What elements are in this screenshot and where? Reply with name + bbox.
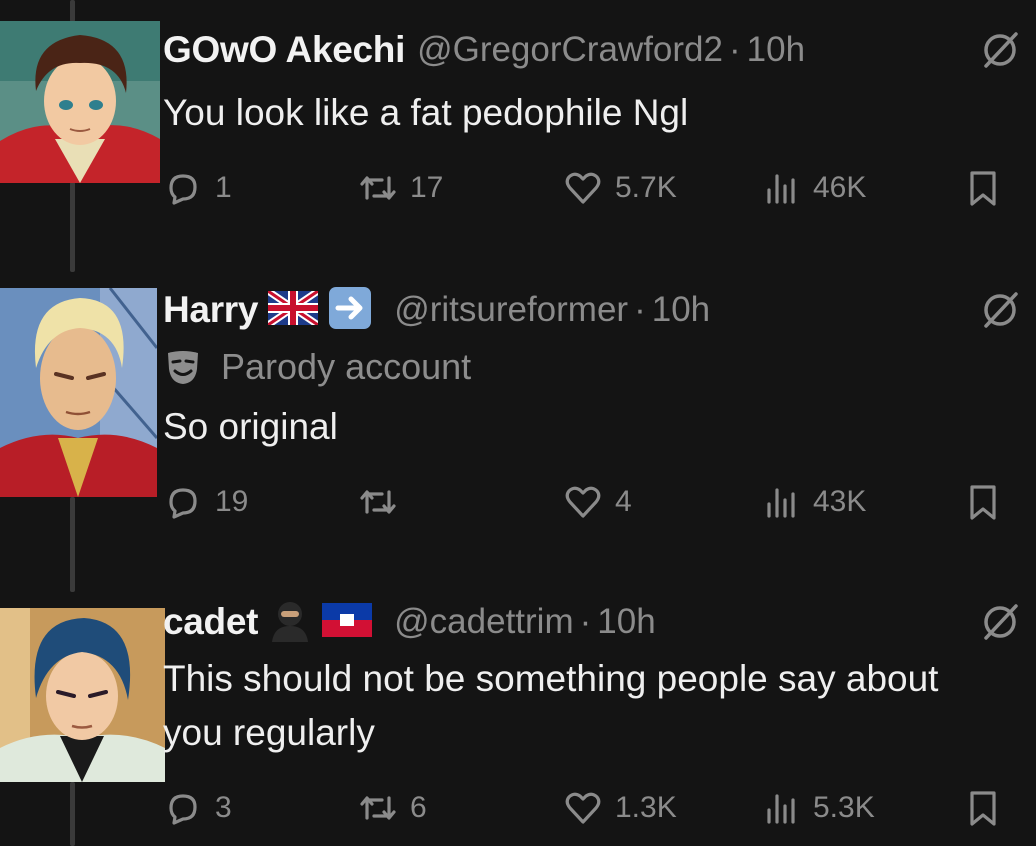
reply-count: 1 (215, 171, 232, 204)
reply-count: 19 (215, 485, 249, 518)
views-button[interactable]: 43K (761, 477, 866, 527)
tweet-header: GOwO Akechi @GregorCrawford2 · 10h (163, 20, 1036, 80)
bookmark-icon (970, 791, 996, 826)
grok-icon[interactable] (978, 28, 1022, 72)
like-count: 4 (615, 485, 632, 518)
repost-icon (360, 490, 396, 514)
reply-button[interactable]: 19 (163, 477, 248, 527)
views-chart-icon (767, 488, 795, 518)
avatar[interactable] (0, 21, 160, 183)
handle[interactable]: @GregorCrawford2 (417, 30, 723, 70)
tweet-text: So original (163, 406, 338, 447)
tweet-text: This should not be something people say … (163, 658, 939, 753)
repost-count: 17 (410, 171, 444, 204)
parody-label: Parody account (163, 346, 471, 388)
timestamp[interactable]: 10h (747, 30, 805, 70)
timestamp[interactable]: 10h (652, 290, 710, 330)
haiti-flag-emoji (322, 602, 373, 642)
repost-button[interactable]: 17 (358, 163, 443, 213)
heart-icon (565, 172, 601, 204)
avatar-image (0, 21, 160, 183)
avatar[interactable] (0, 608, 165, 782)
tweet-actions: 3 6 1.3K 5.3K (163, 783, 1023, 833)
views-button[interactable]: 46K (761, 163, 866, 213)
handle[interactable]: @cadettrim (394, 602, 573, 642)
tweet-header: cadet @cadettrim · 10h (163, 592, 1036, 652)
tweet-actions: 1 17 5.7K 46K (163, 163, 1023, 213)
reply-button[interactable]: 3 (163, 783, 232, 833)
ninja-emoji (268, 598, 312, 647)
separator-dot: · (579, 602, 592, 641)
avatar-image (0, 288, 157, 497)
repost-count: 6 (410, 791, 427, 824)
tweet-reply-1[interactable]: GOwO Akechi @GregorCrawford2 · 10h You l… (0, 0, 1036, 250)
display-name[interactable]: Harry (163, 289, 258, 331)
repost-icon (360, 176, 396, 200)
uk-flag-emoji (266, 287, 321, 330)
like-button[interactable]: 5.7K (563, 163, 677, 213)
bookmark-button[interactable] (963, 783, 1003, 833)
tweet-header: Harry @ritsureformer · 10h (163, 280, 1036, 340)
separator-dot: · (728, 30, 741, 69)
views-count: 43K (813, 485, 867, 518)
tweet-text: You look like a fat pedophile Ngl (163, 92, 689, 133)
separator-dot: · (634, 290, 646, 329)
tweet-actions: 19 4 43K (163, 477, 1023, 527)
reply-icon (169, 174, 197, 205)
handle[interactable]: @ritsureformer (394, 290, 628, 330)
views-count: 46K (813, 171, 867, 204)
heart-icon (565, 792, 601, 824)
reply-icon (169, 488, 197, 519)
display-name[interactable]: GOwO Akechi (163, 29, 405, 71)
right-arrow-emoji (328, 286, 372, 335)
views-count: 5.3K (813, 791, 875, 824)
tweet-reply-2[interactable]: Harry @ritsureformer · 10h Parody accoun… (0, 270, 1036, 530)
parody-label-text: Parody account (221, 346, 472, 387)
reply-icon (169, 794, 197, 825)
repost-button[interactable] (358, 477, 410, 527)
parody-mask-icon (168, 351, 198, 384)
views-button[interactable]: 5.3K (761, 783, 875, 833)
timestamp[interactable]: 10h (597, 602, 655, 642)
like-count: 1.3K (615, 791, 677, 824)
bookmark-icon (970, 171, 996, 206)
views-chart-icon (767, 174, 795, 204)
grok-icon[interactable] (978, 600, 1022, 644)
tweet-reply-3[interactable]: cadet @cadettrim · 10h This should not b… (0, 590, 1036, 846)
repost-icon (360, 796, 396, 820)
bookmark-button[interactable] (963, 163, 1003, 213)
like-count: 5.7K (615, 171, 677, 204)
display-name[interactable]: cadet (163, 601, 258, 643)
grok-icon[interactable] (978, 288, 1022, 332)
views-chart-icon (767, 794, 795, 824)
reply-button[interactable]: 1 (163, 163, 232, 213)
bookmark-icon (970, 485, 996, 520)
heart-icon (565, 486, 601, 518)
avatar-image (0, 608, 165, 782)
bookmark-button[interactable] (963, 477, 1003, 527)
repost-button[interactable]: 6 (358, 783, 427, 833)
like-button[interactable]: 1.3K (563, 783, 677, 833)
reply-count: 3 (215, 791, 232, 824)
avatar[interactable] (0, 288, 157, 497)
like-button[interactable]: 4 (563, 477, 632, 527)
